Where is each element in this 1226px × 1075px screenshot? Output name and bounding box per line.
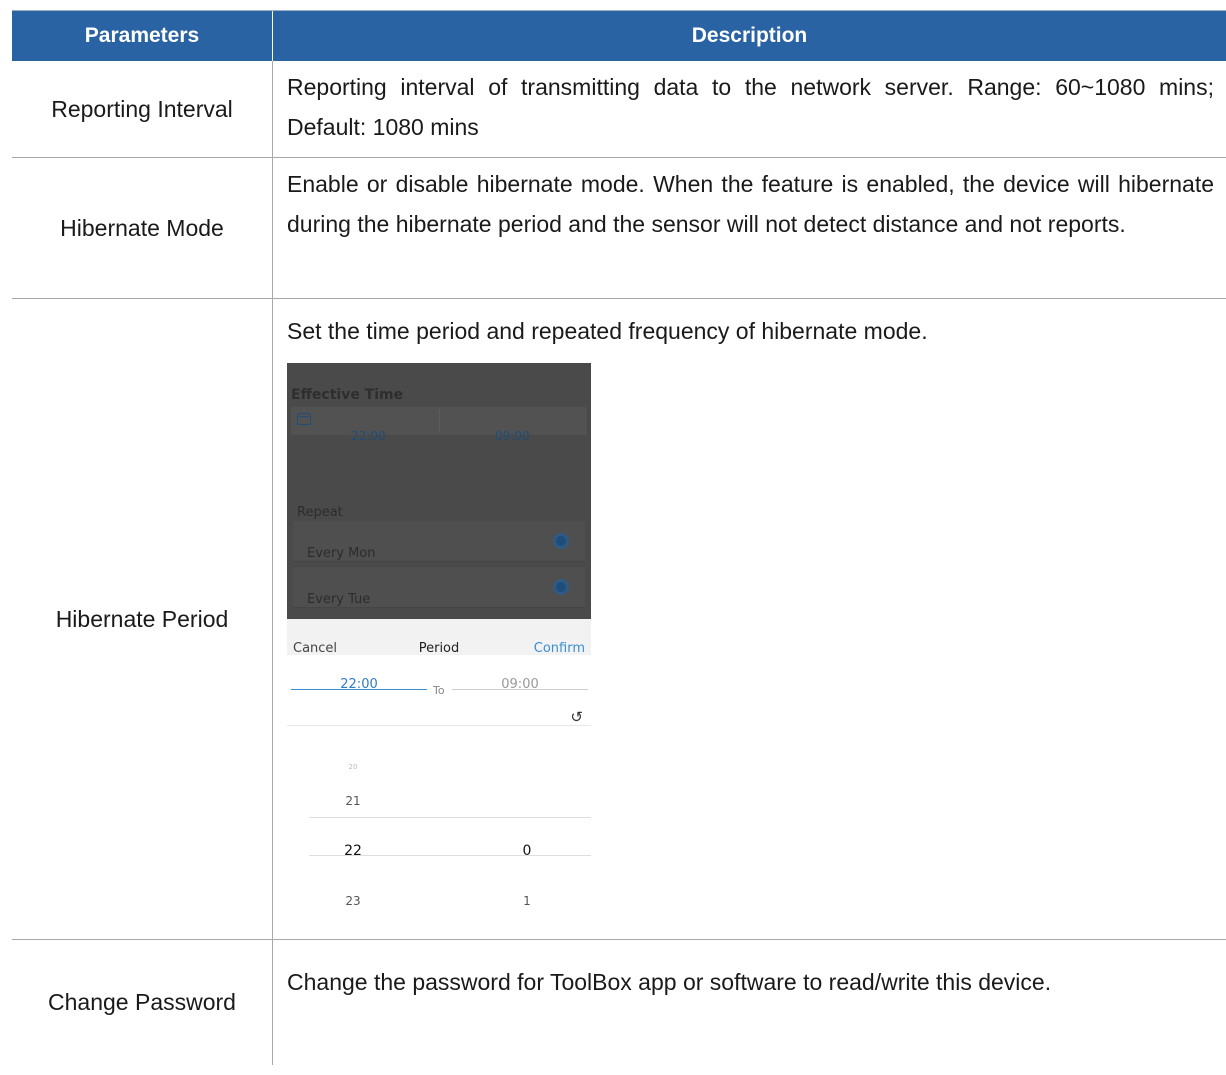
time-separator [439, 409, 440, 433]
from-time-input[interactable]: 22:00 [291, 665, 427, 692]
radio-selected-icon [553, 533, 569, 549]
picker-selection-line [309, 855, 591, 856]
dimmed-background: Effective Time 22:00 09:00 Repeat Every … [287, 363, 591, 619]
param-name: Change Password [12, 940, 273, 1065]
param-name: Hibernate Mode [12, 158, 273, 298]
divider [287, 725, 591, 726]
reset-icon[interactable]: ↺ [570, 697, 583, 737]
confirm-button[interactable]: Confirm [534, 629, 585, 669]
calendar-icon [297, 413, 311, 425]
radio-selected-icon [553, 579, 569, 595]
end-time: 09:00 [495, 429, 530, 443]
header-parameters: Parameters [12, 11, 273, 61]
table-row: Change Password Change the password for … [12, 940, 1226, 1065]
picker-hour-selected[interactable]: 22 [323, 831, 383, 871]
table-row: Hibernate Mode Enable or disable hiberna… [12, 158, 1226, 299]
param-description: Change the password for ToolBox app or s… [287, 969, 1052, 995]
param-description-cell: Set the time period and repeated frequen… [273, 299, 1226, 939]
param-description: Set the time period and repeated frequen… [287, 318, 928, 344]
hibernate-period-screenshot: Effective Time 22:00 09:00 Repeat Every … [287, 363, 591, 918]
table-header: Parameters Description [12, 10, 1226, 61]
param-description: Reporting interval of transmitting data … [287, 74, 1214, 140]
table-row: Hibernate Period Set the time period and… [12, 299, 1226, 940]
param-name: Hibernate Period [12, 299, 273, 939]
repeat-day-item: Every Tue [293, 567, 585, 608]
picker-minute-selected[interactable]: 0 [497, 831, 557, 871]
header-description: Description [691, 24, 808, 47]
picker-selection-line [309, 817, 591, 818]
picker-hour[interactable]: 21 [323, 781, 383, 821]
param-description: Enable or disable hibernate mode. When t… [287, 171, 1214, 237]
to-time-input[interactable]: 09:00 [452, 665, 588, 692]
period-dialog-bar: Cancel Period Confirm [287, 619, 591, 656]
repeat-day-item: Every Mon [293, 521, 585, 562]
start-time: 22:00 [351, 429, 386, 443]
day-label: Every Tue [307, 592, 371, 607]
picker-hour[interactable]: 23 [323, 881, 383, 918]
picker-minute[interactable]: 1 [497, 881, 557, 918]
parameters-table: Parameters Description Reporting Interva… [12, 10, 1226, 1065]
param-name: Reporting Interval [12, 61, 273, 157]
table-row: Reporting Interval Reporting interval of… [12, 61, 1226, 158]
to-label: To [433, 684, 445, 697]
